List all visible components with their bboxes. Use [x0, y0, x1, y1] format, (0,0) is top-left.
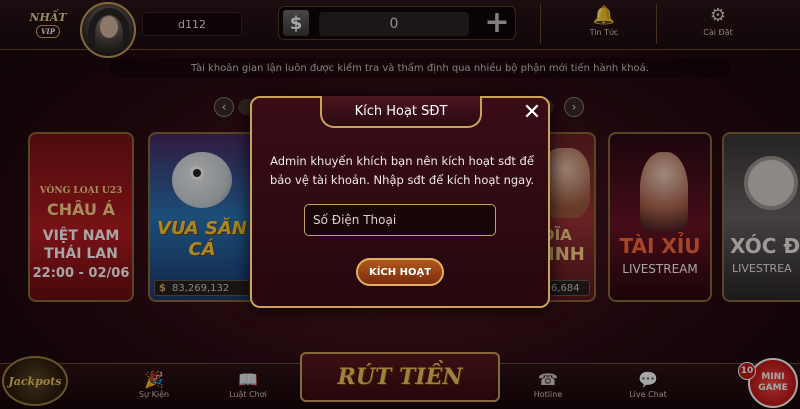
close-icon[interactable]: ✕	[515, 98, 549, 128]
activate-phone-dialog: Kích Hoạt SĐT ✕ Admin khuyến khích bạn n…	[250, 96, 550, 308]
dialog-title: Kích Hoạt SĐT	[320, 96, 482, 128]
activate-button[interactable]: KÍCH HOẠT	[356, 258, 444, 286]
phone-number-input[interactable]	[304, 204, 496, 236]
dialog-message: Admin khuyến khích bạn nên kích hoạt sđt…	[269, 154, 535, 187]
